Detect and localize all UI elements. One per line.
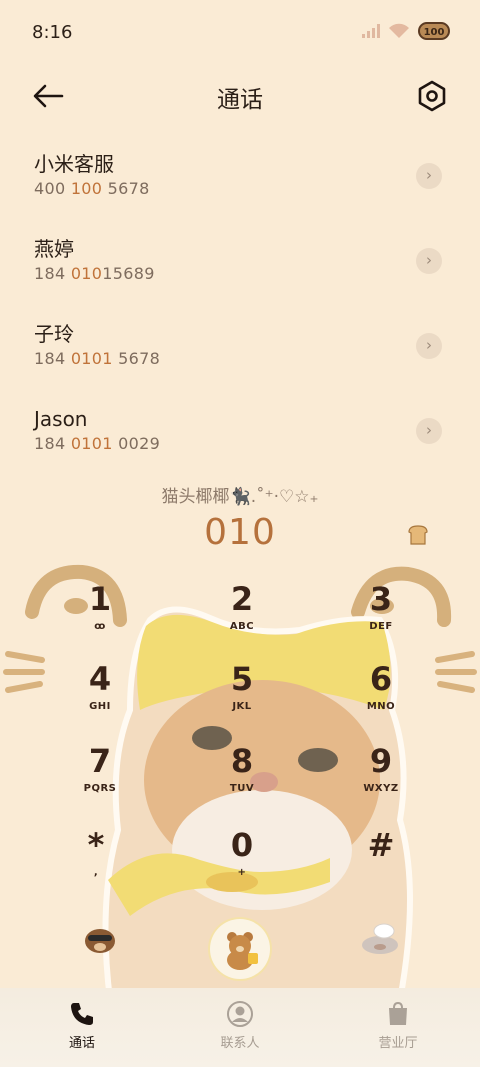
call-log-item[interactable]: Jason 184 0101 0029 › (0, 387, 480, 472)
page-title: 通话 (217, 87, 263, 113)
settings-icon[interactable] (414, 78, 450, 114)
sticker-chef-cat-icon[interactable] (356, 921, 404, 957)
dialer-caption: 猫头椰椰🐈‍⬛.˚⁺‧♡☆₊ (161, 487, 319, 507)
key-3[interactable]: 3 DEF (331, 578, 431, 652)
store-icon (389, 1001, 407, 1025)
contact-name: 子玲 (34, 322, 74, 346)
key-hash[interactable]: # (331, 824, 431, 898)
key-1[interactable]: 1ꝏ (50, 578, 150, 652)
bottom-navigation: 通话 联系人 营业厅 (0, 988, 480, 1067)
sticker-hamster-icon[interactable] (82, 923, 118, 955)
top-bar: 通话 (0, 68, 480, 124)
contact-name: 小米客服 (34, 152, 114, 176)
status-bar: 8:16 100 (0, 0, 480, 68)
chevron-right-icon[interactable]: › (416, 248, 442, 274)
nav-tab-calls[interactable]: 通话 (32, 1000, 132, 1051)
call-log-item[interactable]: 子玲 184 0101 5678 › (0, 302, 480, 387)
chevron-right-icon[interactable]: › (416, 418, 442, 444)
phone-icon (71, 1003, 93, 1025)
chevron-right-icon[interactable]: › (416, 163, 442, 189)
key-7[interactable]: 7 PQRS (50, 740, 150, 814)
nav-tab-store[interactable]: 营业厅 (348, 1000, 448, 1051)
key-8[interactable]: 8 TUV (192, 740, 292, 814)
toast-bread-icon[interactable] (406, 524, 430, 546)
signal-icon (362, 24, 380, 38)
key-5[interactable]: 5 JKL (192, 658, 292, 732)
battery-icon: 100 (418, 22, 450, 40)
contact-number: 400 100 5678 (34, 179, 150, 198)
key-4[interactable]: 4 GHI (50, 658, 150, 732)
key-9[interactable]: 9 WXYZ (331, 740, 431, 814)
key-star[interactable]: *, (46, 824, 146, 898)
key-6[interactable]: 6 MNO (331, 658, 431, 732)
key-0[interactable]: 0 + (192, 824, 292, 898)
contact-number: 184 01015689 (34, 264, 155, 283)
contact-number: 184 0101 0029 (34, 434, 161, 453)
call-button[interactable] (210, 919, 270, 979)
wifi-icon (389, 23, 409, 38)
status-time: 8:16 (32, 22, 73, 43)
chevron-right-icon[interactable]: › (416, 333, 442, 359)
contact-number: 184 0101 5678 (34, 349, 161, 368)
status-icons: 100 (362, 22, 450, 40)
dialer-action-row (0, 915, 480, 981)
call-log-list: 小米客服 400 100 5678 › 燕婷 184 01015689 › 子玲… (0, 132, 480, 472)
contact-name: Jason (34, 407, 88, 431)
contact-icon (227, 1001, 253, 1027)
nav-tab-contacts[interactable]: 联系人 (190, 1000, 290, 1051)
call-log-item[interactable]: 燕婷 184 01015689 › (0, 217, 480, 302)
bear-honey-icon (227, 932, 258, 970)
key-2[interactable]: 2 ABC (192, 578, 292, 652)
voicemail-icon: ꝏ (94, 621, 106, 632)
call-log-item[interactable]: 小米客服 400 100 5678 › (0, 132, 480, 217)
contact-name: 燕婷 (34, 237, 74, 261)
